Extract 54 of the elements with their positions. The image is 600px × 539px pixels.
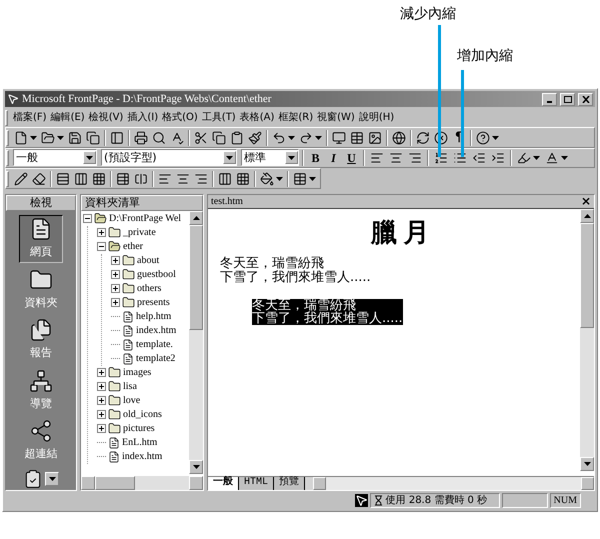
tree-item[interactable]: template2 — [136, 354, 176, 364]
tree-item[interactable]: EnL.htm — [122, 438, 158, 448]
tree-item[interactable]: old_icons — [123, 410, 162, 420]
menu-item[interactable]: 格式(O) — [160, 110, 200, 126]
highlighted-paragraph: 冬天至，瑞雪紛飛 下雪了，我們來堆雪人..... — [252, 299, 403, 325]
dropdown-field[interactable]: 標準 — [241, 149, 299, 166]
folder-list-header: 資料夾清單 — [81, 194, 203, 210]
tree-item[interactable]: pictures — [123, 424, 155, 434]
page-heading: 臘 月 — [370, 216, 430, 248]
view-tab[interactable]: HTML — [239, 476, 274, 490]
view-item[interactable]: 資料夾 — [19, 265, 63, 314]
status-cell: NUM — [550, 493, 581, 508]
tree-item[interactable]: index.htm — [136, 326, 176, 336]
view-item[interactable]: 報告 — [19, 316, 63, 364]
views-header: 檢視 — [6, 194, 76, 210]
bold-button[interactable]: B — [307, 148, 324, 167]
dropdown-field[interactable]: 一般 — [13, 149, 97, 166]
menu-item[interactable]: 檢視(V) — [86, 110, 126, 126]
tree-item[interactable]: lisa — [123, 382, 137, 392]
close-button[interactable]: × — [580, 195, 591, 207]
menu-item[interactable]: 框架(R) — [276, 110, 316, 126]
view-item[interactable]: 導覽 — [19, 366, 63, 415]
menu-item[interactable]: 視窗(W) — [315, 110, 357, 126]
status-cell: 使用 28.8 需費時 0 秒 — [370, 493, 500, 508]
tree-item[interactable]: index.htm — [122, 452, 162, 462]
tree-item[interactable]: help.htm — [136, 312, 172, 322]
menu-item[interactable]: 檔案(F) — [11, 110, 49, 126]
tree-item[interactable]: about — [137, 256, 160, 266]
callout-label: 增加內縮 — [457, 47, 513, 66]
menu-item[interactable]: 插入(I) — [125, 110, 160, 126]
menu-item[interactable]: 表格(A) — [238, 110, 276, 126]
menu-item[interactable]: 工具(T) — [200, 110, 238, 126]
italic-button[interactable]: I — [325, 148, 342, 167]
menu-item[interactable]: 說明(H) — [356, 110, 396, 126]
underline-button[interactable]: U — [343, 148, 360, 167]
tree-item[interactable]: ether — [123, 242, 143, 252]
view-tab[interactable]: 一般 — [208, 476, 239, 490]
tree-item[interactable]: presents — [137, 298, 170, 308]
tree-item[interactable]: love — [123, 396, 140, 406]
tree-item[interactable]: images — [123, 368, 152, 378]
tree-item[interactable]: _private — [123, 228, 156, 238]
paragraph: 冬天至，瑞雪紛飛 下雪了，我們來堆雪人..... — [220, 257, 372, 285]
tree-item[interactable]: D:\FrontPage Wel — [109, 214, 182, 224]
view-item[interactable]: 超連結 — [19, 416, 63, 466]
menu-item[interactable]: 編輯(E) — [48, 110, 87, 126]
tree-item[interactable]: others — [137, 284, 162, 294]
tree-item[interactable]: template. — [136, 340, 173, 350]
view-tab[interactable]: 預覽 — [274, 476, 306, 490]
window-title: Microsoft FrontPage - D:\FrontPage Webs\Content\ether — [22, 92, 272, 107]
document-tab[interactable]: test.htm — [211, 194, 243, 208]
dropdown-field[interactable]: (預設字型) — [101, 149, 237, 166]
callout-label: 減少內縮 — [400, 5, 456, 24]
tree-item[interactable]: guestbool — [137, 270, 176, 280]
view-item[interactable]: 網頁 — [19, 214, 63, 264]
